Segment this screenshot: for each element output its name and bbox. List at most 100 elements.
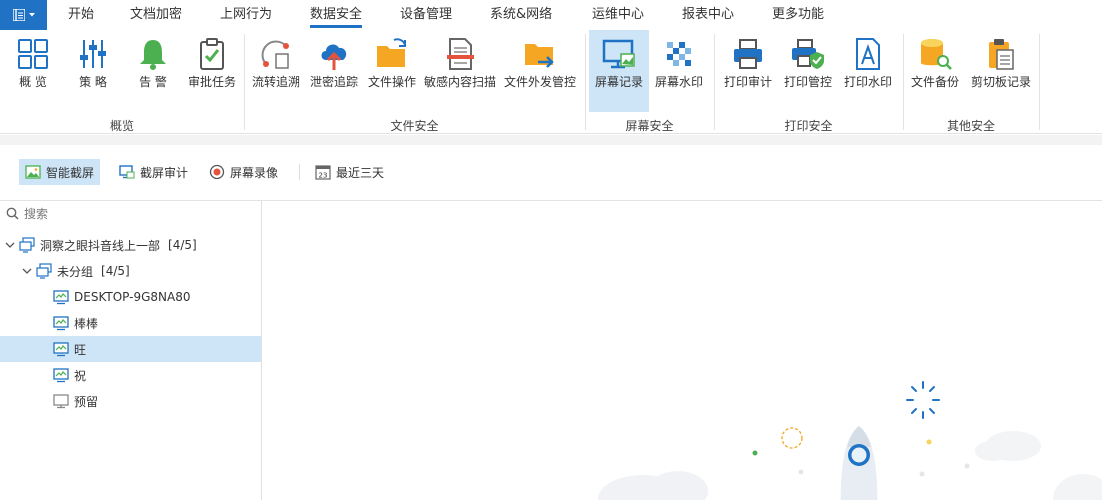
tree-node-computer[interactable]: DESKTOP-9G8NA80 bbox=[0, 284, 261, 310]
record-icon bbox=[209, 164, 225, 180]
grid-icon bbox=[18, 39, 48, 69]
folder-refresh-icon bbox=[377, 38, 406, 67]
print-watermark-button[interactable]: 打印水印 bbox=[840, 30, 896, 112]
menu-tab-report-center[interactable]: 报表中心 bbox=[682, 0, 734, 30]
print-watermark-label: 打印水印 bbox=[843, 75, 892, 89]
smart-capture-button[interactable]: 智能截屏 bbox=[19, 159, 101, 185]
tree-node-computer[interactable]: 棒棒 bbox=[0, 310, 261, 336]
menu-tab-doc-encrypt[interactable]: 文档加密 bbox=[130, 0, 182, 30]
calendar-icon: 23 bbox=[315, 165, 331, 180]
cloud-icon bbox=[1053, 474, 1102, 500]
print-control-label: 打印管控 bbox=[783, 75, 832, 89]
leak-trace-button[interactable]: 泄密追踪 bbox=[306, 30, 362, 112]
group-label-print-security: 打印安全 bbox=[784, 119, 833, 133]
spinner-icon bbox=[906, 381, 940, 419]
computer-group-icon bbox=[36, 263, 52, 279]
file-operation-button[interactable]: 文件操作 bbox=[364, 30, 420, 112]
computer-online-icon bbox=[53, 368, 69, 383]
leak-trace-label: 泄密追踪 bbox=[309, 75, 358, 89]
alert-button[interactable]: 告 警 bbox=[126, 30, 180, 112]
menu-tab-web-behavior[interactable]: 上网行为 bbox=[220, 0, 272, 30]
outbound-control-button[interactable]: 文件外发管控 bbox=[500, 30, 580, 112]
computer-offline-icon bbox=[53, 394, 69, 409]
toolbar-separator bbox=[299, 164, 300, 180]
flow-trace-label: 流转追溯 bbox=[251, 75, 300, 89]
policy-label: 策 略 bbox=[79, 75, 107, 89]
sliders-icon bbox=[80, 40, 106, 68]
screen-record-button[interactable]: 屏幕记录 bbox=[589, 30, 649, 112]
ribbon-separator bbox=[714, 34, 715, 130]
screen-watermark-button[interactable]: 屏幕水印 bbox=[651, 30, 707, 112]
tree-node-root-group[interactable]: 洞察之眼抖音线上一部 [4/5] bbox=[0, 232, 261, 258]
flow-trace-button[interactable]: 流转追溯 bbox=[248, 30, 304, 112]
flow-trace-icon bbox=[261, 40, 289, 69]
menu-bar: 开始 文档加密 上网行为 数据安全 设备管理 系统&网络 运维中心 报表中心 更… bbox=[0, 0, 1102, 30]
capture-audit-button[interactable]: 截屏审计 bbox=[113, 159, 194, 185]
print-audit-button[interactable]: 打印审计 bbox=[720, 30, 776, 112]
menu-tab-system-network[interactable]: 系统&网络 bbox=[490, 0, 552, 30]
monitor-image-icon bbox=[119, 165, 135, 179]
approval-task-button[interactable]: 审批任务 bbox=[184, 30, 240, 112]
ribbon-separator bbox=[244, 34, 245, 130]
menu-tab-ops-center[interactable]: 运维中心 bbox=[592, 0, 644, 30]
approval-task-label: 审批任务 bbox=[187, 75, 236, 89]
file-operation-label: 文件操作 bbox=[367, 75, 416, 89]
screen-record-video-label: 屏幕录像 bbox=[230, 165, 279, 180]
cloud-icon bbox=[598, 471, 708, 500]
alert-label: 告 警 bbox=[139, 75, 167, 89]
clipboard-record-label: 剪切板记录 bbox=[970, 75, 1031, 89]
cloud-icon bbox=[975, 431, 1041, 461]
tree-node-count: [4/5] bbox=[168, 238, 197, 252]
date-range-button[interactable]: 23 最近三天 bbox=[309, 159, 390, 185]
ribbon: 概 览 策 略 告 警 审批任务 概览 流转追溯 泄密追踪 文件操作 敏感内容扫… bbox=[0, 30, 1102, 134]
tree-node-label: DESKTOP-9G8NA80 bbox=[74, 290, 191, 304]
menu-tab-device-mgmt[interactable]: 设备管理 bbox=[400, 0, 452, 30]
print-control-button[interactable]: 打印管控 bbox=[780, 30, 836, 112]
image-icon bbox=[25, 165, 41, 179]
sparkle-dot-icon bbox=[919, 471, 925, 477]
computer-online-icon bbox=[53, 290, 69, 305]
chevron-down-icon[interactable] bbox=[21, 265, 33, 277]
chevron-down-icon[interactable] bbox=[4, 239, 16, 251]
rocket-icon bbox=[840, 426, 878, 500]
group-label-other-security: 其他安全 bbox=[946, 119, 995, 133]
group-label-overview: 概览 bbox=[109, 119, 134, 133]
file-backup-button[interactable]: 文件备份 bbox=[906, 30, 964, 112]
tree-node-computer-selected[interactable]: 旺 bbox=[0, 336, 261, 362]
sensitive-scan-button[interactable]: 敏感内容扫描 bbox=[422, 30, 498, 112]
tree-node-computer-offline[interactable]: 预留 bbox=[0, 388, 261, 414]
search-input[interactable] bbox=[24, 204, 254, 224]
sparkle-ring-icon bbox=[781, 427, 803, 449]
policy-button[interactable]: 策 略 bbox=[66, 30, 120, 112]
tree-node-ungrouped[interactable]: 未分组 [4/5] bbox=[0, 258, 261, 284]
tree-node-label: 祝 bbox=[74, 368, 87, 383]
screen-watermark-label: 屏幕水印 bbox=[654, 75, 703, 89]
tree-node-computer[interactable]: 祝 bbox=[0, 362, 261, 388]
overview-button[interactable]: 概 览 bbox=[6, 30, 60, 112]
computer-online-icon bbox=[53, 342, 69, 357]
tree-node-label: 未分组 bbox=[57, 264, 94, 279]
screen-record-video-button[interactable]: 屏幕录像 bbox=[203, 159, 284, 185]
computer-online-icon bbox=[53, 316, 69, 331]
calendar-day-text: 23 bbox=[319, 172, 328, 180]
search-icon bbox=[6, 207, 19, 220]
sparkle-dot-icon bbox=[798, 469, 804, 475]
menu-tab-start[interactable]: 开始 bbox=[68, 0, 94, 30]
app-window: 开始 文档加密 上网行为 数据安全 设备管理 系统&网络 运维中心 报表中心 更… bbox=[0, 0, 1102, 500]
clipboard-icon bbox=[989, 39, 1014, 70]
printer-icon bbox=[734, 39, 762, 69]
menu-tab-data-security[interactable]: 数据安全 bbox=[310, 0, 363, 30]
loading-rocket-illustration bbox=[598, 381, 1102, 500]
folder-send-icon bbox=[525, 44, 554, 68]
outbound-control-label: 文件外发管控 bbox=[503, 75, 576, 89]
sparkle-dot-icon bbox=[752, 450, 758, 456]
sparkle-dot-icon bbox=[964, 463, 970, 469]
tree-node-label: 棒棒 bbox=[74, 316, 99, 331]
monitor-record-icon bbox=[602, 39, 635, 69]
app-menu-button[interactable] bbox=[0, 0, 47, 30]
menu-tab-more[interactable]: 更多功能 bbox=[772, 0, 824, 30]
sparkle-dot-icon bbox=[926, 439, 932, 445]
database-search-icon bbox=[921, 39, 952, 70]
clipboard-record-button[interactable]: 剪切板记录 bbox=[966, 30, 1036, 112]
mosaic-icon bbox=[667, 42, 691, 66]
